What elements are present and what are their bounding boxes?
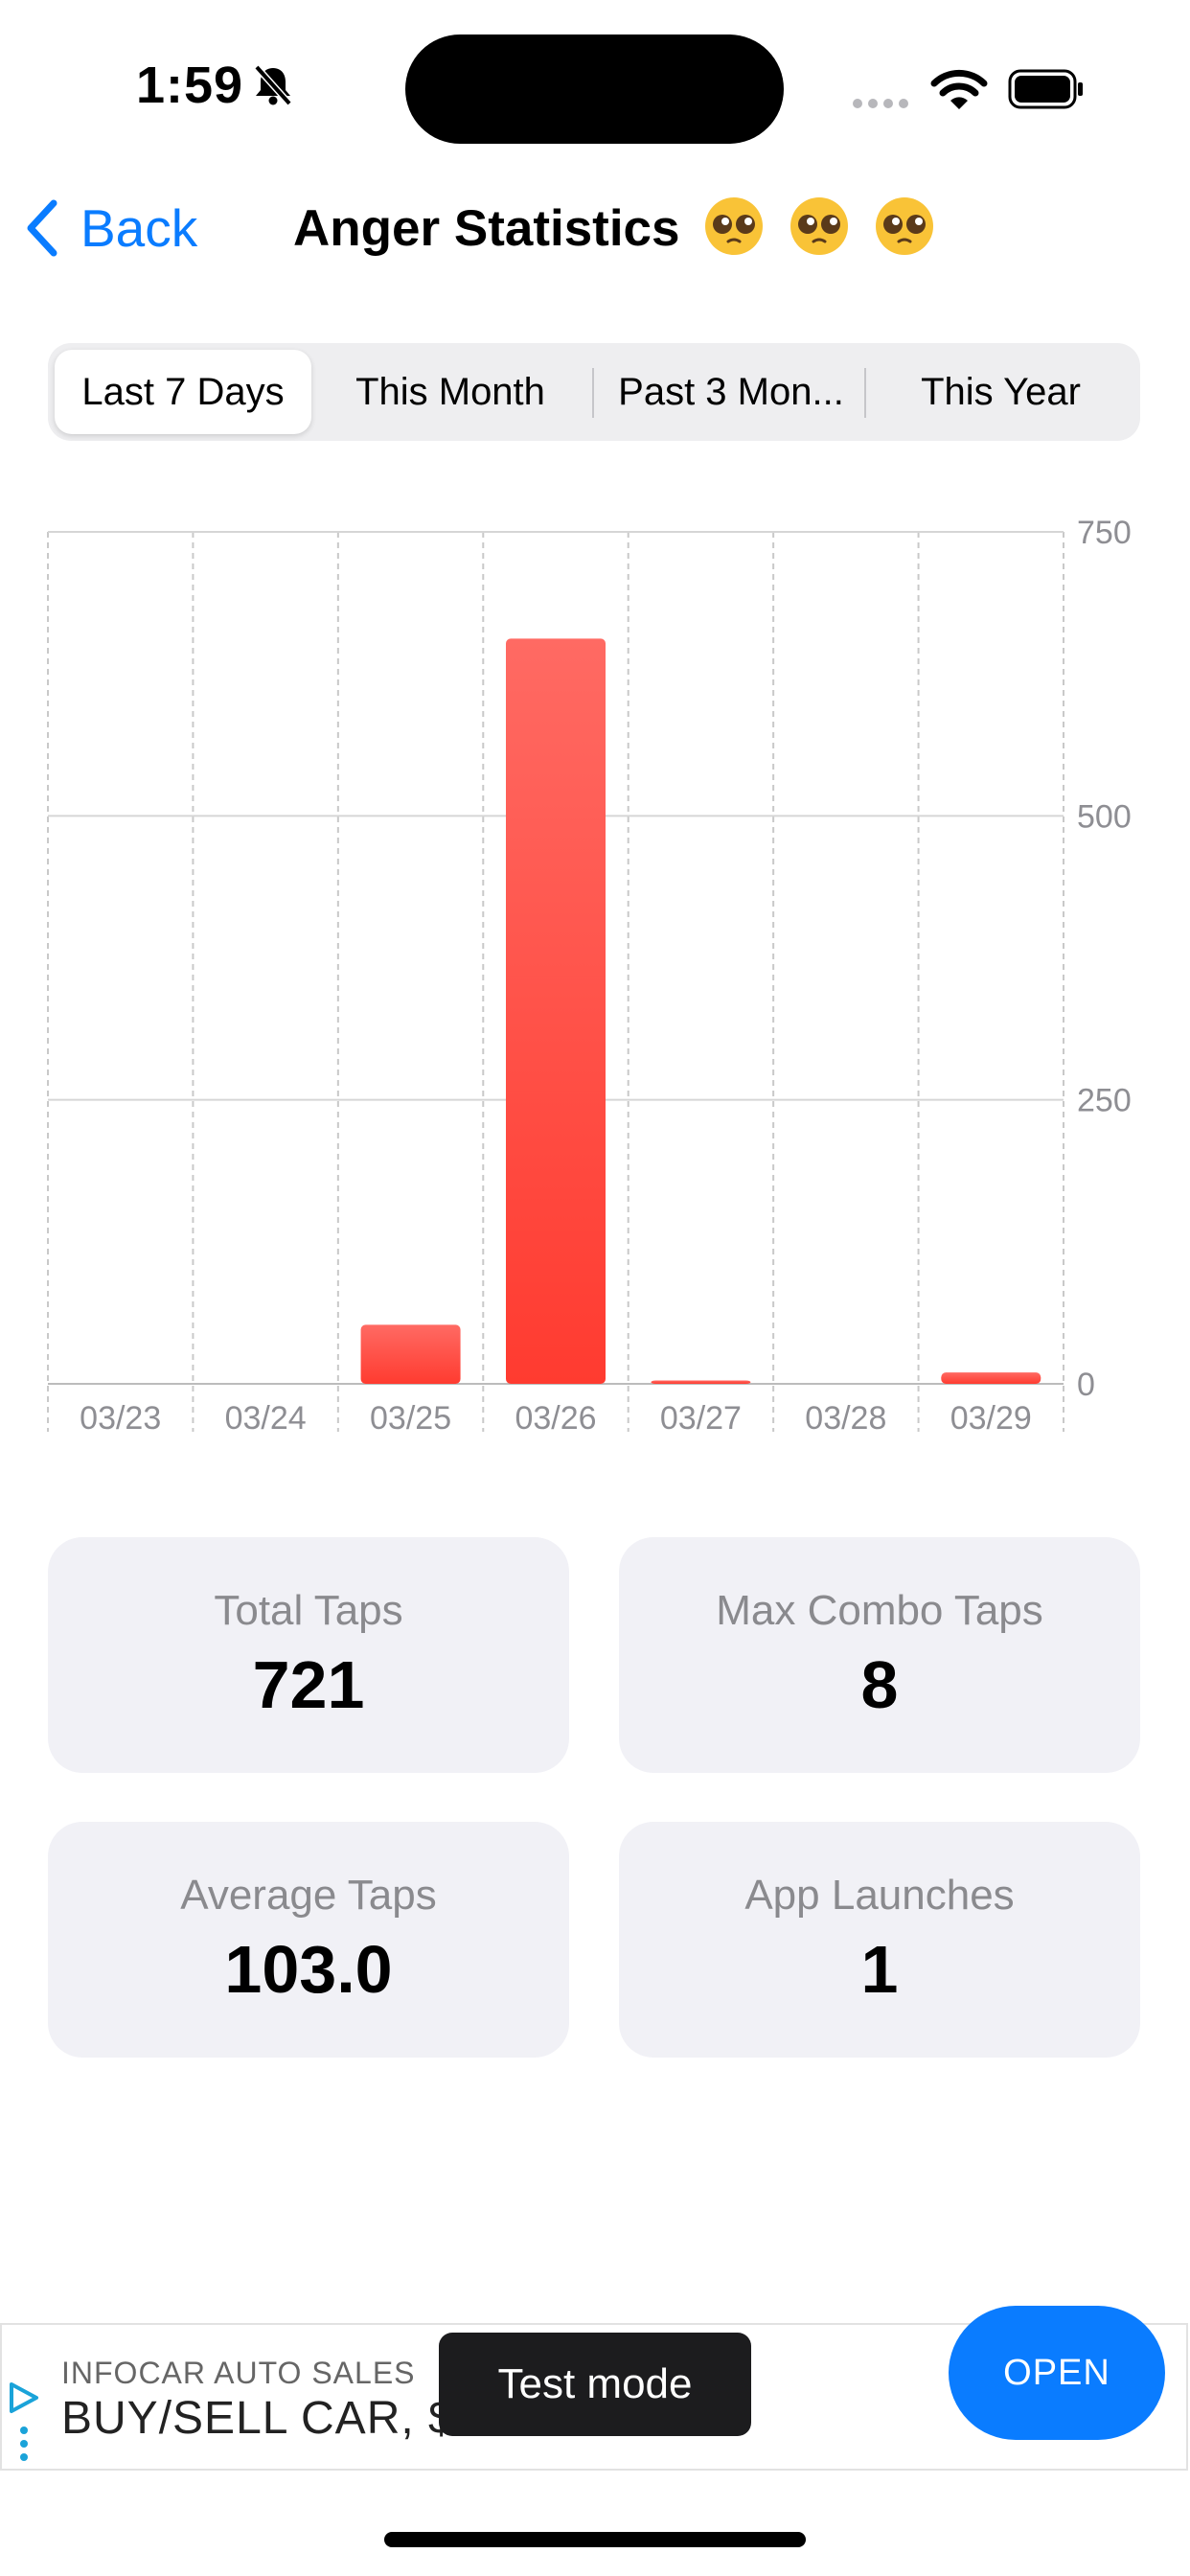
stat-card-average-taps: Average Taps 103.0 — [48, 1822, 569, 2058]
y-axis-tick-label: 0 — [1077, 1367, 1095, 1403]
x-axis-tick-label: 03/28 — [805, 1400, 886, 1437]
segment-past-3-months[interactable]: Past 3 Mon... — [596, 350, 866, 434]
chart-bar — [941, 1372, 1041, 1384]
home-indicator[interactable] — [384, 2532, 806, 2547]
pleading-face-emoji-icon — [875, 197, 933, 255]
stat-label: App Launches — [744, 1872, 1015, 1919]
stat-card-max-combo-taps: Max Combo Taps 8 — [619, 1537, 1140, 1773]
chart-bar — [651, 1380, 751, 1384]
stat-value: 721 — [252, 1647, 365, 1722]
x-axis-tick-label: 03/25 — [370, 1400, 451, 1437]
chevron-left-icon — [27, 199, 57, 257]
taps-bar-chart: 750 500 250 0 03/23 03/24 03/25 03/26 03/27 03/28… — [47, 515, 1132, 1437]
y-axis-tick-label: 750 — [1077, 515, 1132, 551]
pleading-face-emoji-icon — [705, 197, 764, 255]
wifi-icon — [930, 69, 988, 109]
x-axis-tick-label: 03/23 — [80, 1400, 161, 1437]
test-mode-toast: Test mode — [439, 2333, 751, 2436]
status-time: 1:59 — [136, 57, 244, 114]
back-label: Back — [80, 198, 198, 258]
bell-slash-icon — [254, 64, 292, 106]
stat-label: Total Taps — [214, 1587, 403, 1634]
x-axis-tick-label: 03/26 — [515, 1400, 596, 1437]
ad-headline: BUY/SELL CAR, $0 — [61, 2393, 482, 2444]
segment-divider — [864, 368, 866, 418]
segment-this-year[interactable]: This Year — [868, 350, 1133, 434]
battery-icon — [1008, 69, 1083, 109]
page-title: Anger Statistics — [293, 196, 935, 258]
page-title-text: Anger Statistics — [293, 200, 680, 257]
stat-label: Average Taps — [180, 1872, 437, 1919]
pleading-face-emoji-icon — [790, 197, 848, 255]
stat-card-total-taps: Total Taps 721 — [48, 1537, 569, 1773]
cellular-signal-icon — [853, 96, 914, 113]
x-axis-tick-label: 03/29 — [950, 1400, 1032, 1437]
ad-advertiser: INFOCAR AUTO SALES — [61, 2356, 416, 2390]
back-button[interactable]: Back — [25, 194, 197, 263]
stat-value: 1 — [860, 1932, 899, 2007]
segment-divider — [592, 368, 594, 418]
y-axis-tick-label: 250 — [1077, 1083, 1132, 1119]
segment-last-7-days[interactable]: Last 7 Days — [55, 350, 311, 434]
x-axis-tick-label: 03/24 — [225, 1400, 307, 1437]
chart-bar — [360, 1324, 461, 1384]
stat-card-app-launches: App Launches 1 — [619, 1822, 1140, 2058]
stat-value: 8 — [860, 1647, 899, 1722]
chart-bar — [506, 638, 606, 1384]
stat-value: 103.0 — [224, 1932, 393, 2007]
segment-this-month[interactable]: This Month — [321, 350, 580, 434]
stat-label: Max Combo Taps — [716, 1587, 1043, 1634]
adchoices-icon[interactable] — [8, 2380, 40, 2467]
date-range-segmented-control: Last 7 Days This Month Past 3 Mon... Thi… — [48, 343, 1140, 441]
x-axis-tick-label: 03/27 — [660, 1400, 742, 1437]
ad-open-button[interactable]: OPEN — [949, 2306, 1165, 2440]
y-axis-tick-label: 500 — [1077, 798, 1132, 835]
dynamic-island — [405, 34, 784, 144]
